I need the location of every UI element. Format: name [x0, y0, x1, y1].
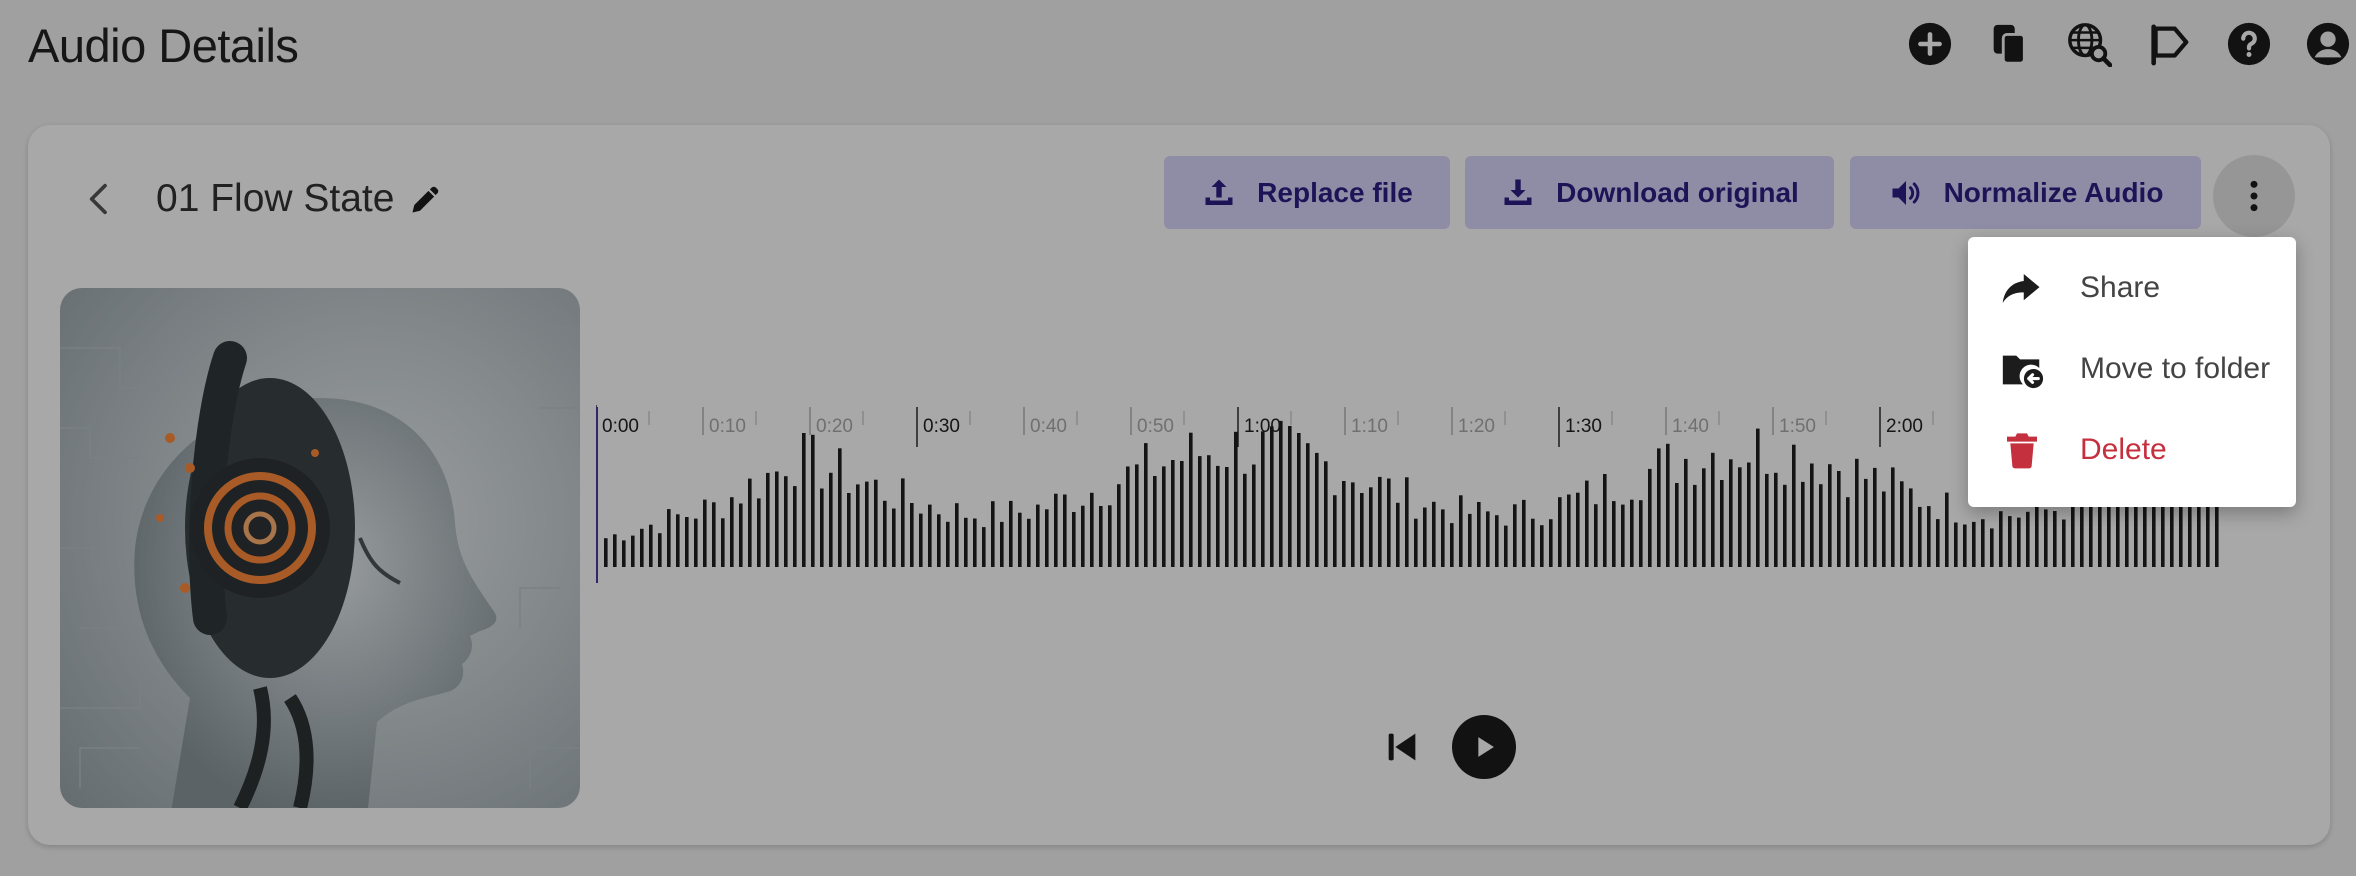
menu-item-label: Delete — [2080, 432, 2167, 466]
more-options-menu: Share Move to folder Delete — [1968, 237, 2296, 507]
menu-item-delete[interactable]: Delete — [1968, 409, 2296, 490]
trash-icon — [1998, 426, 2046, 474]
share-icon — [1998, 264, 2046, 312]
menu-item-label: Share — [2080, 270, 2161, 304]
menu-item-share[interactable]: Share — [1968, 247, 2296, 328]
menu-item-move-to-folder[interactable]: Move to folder — [1968, 328, 2296, 409]
menu-item-label: Move to folder — [2080, 351, 2271, 385]
move-folder-icon — [1998, 345, 2046, 393]
